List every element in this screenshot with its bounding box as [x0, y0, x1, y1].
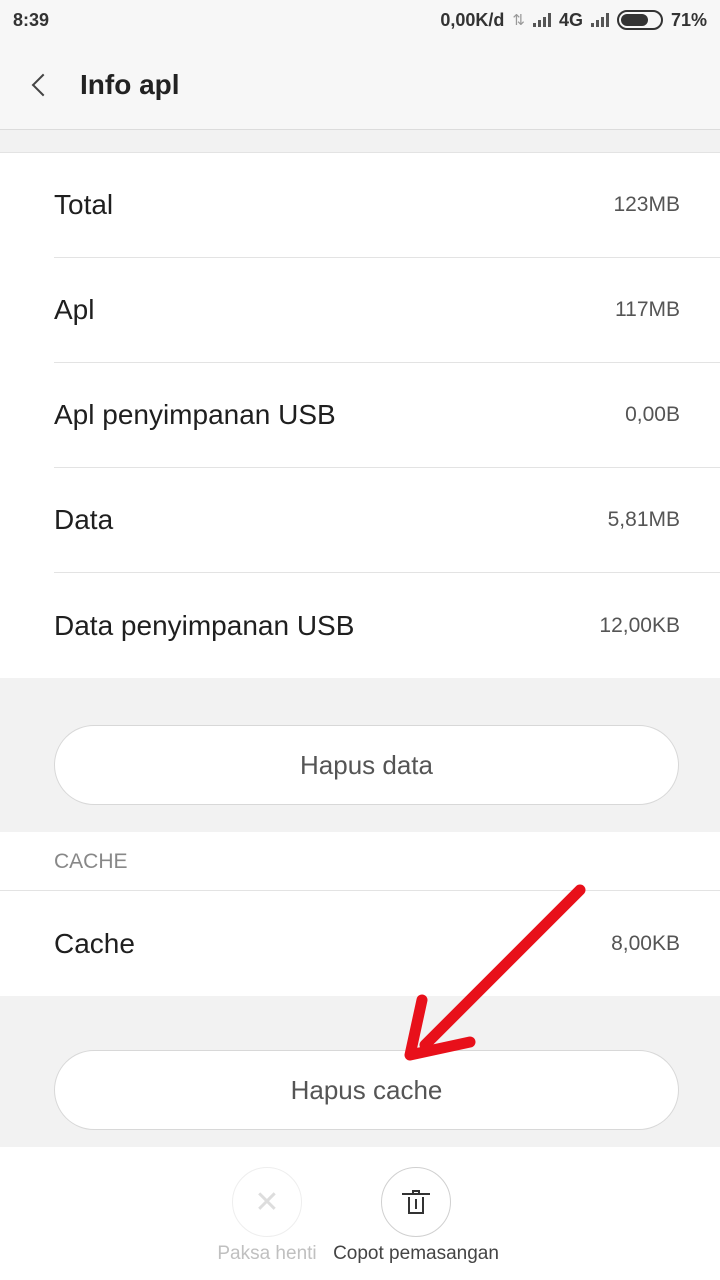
data-transfer-icon: ⇅	[512, 12, 525, 29]
row-value: 12,00KB	[599, 613, 680, 637]
network-type: 4G	[558, 9, 583, 30]
row-value: 5,81MB	[607, 508, 680, 531]
bottom-action-bar: ✕ Paksa henti Copot pemasangan	[0, 1147, 720, 1280]
row-label: Data penyimpanan USB	[54, 609, 355, 641]
chevron-left-icon	[31, 73, 55, 96]
row-value: 0,00B	[625, 403, 680, 426]
section-header-cache: CACHE	[54, 850, 128, 873]
row-label: Data	[54, 504, 114, 535]
back-button[interactable]	[0, 40, 80, 130]
row-label: Apl penyimpanan USB	[54, 399, 336, 430]
close-icon: ✕	[232, 1167, 302, 1237]
row-label: Apl	[54, 294, 95, 325]
cache-list: Cache 8,00KB	[0, 890, 720, 996]
page-title: Info apl	[80, 68, 180, 100]
list-item-app-usb: Apl penyimpanan USB 0,00B	[54, 363, 720, 468]
row-label: Total	[54, 189, 114, 220]
clear-cache-button[interactable]: Hapus cache	[54, 1050, 679, 1130]
signal-icon	[532, 13, 551, 27]
uninstall-button[interactable]: Copot pemasangan	[330, 1167, 502, 1265]
battery-percent: 71%	[670, 9, 707, 30]
list-item-total: Total 123MB	[54, 153, 720, 258]
clear-data-button[interactable]: Hapus data	[54, 725, 679, 805]
list-item-data-usb: Data penyimpanan USB 12,00KB	[54, 573, 720, 678]
force-stop-label: Paksa henti	[217, 1243, 317, 1264]
signal-icon-2	[590, 13, 609, 27]
storage-list: Total 123MB Apl 117MB Apl penyimpanan US…	[0, 152, 720, 678]
network-speed: 0,00K/d	[440, 9, 505, 30]
battery-icon	[616, 10, 663, 30]
uninstall-label: Copot pemasangan	[333, 1243, 499, 1264]
row-label: Cache	[54, 927, 135, 959]
force-stop-button[interactable]: ✕ Paksa henti	[214, 1167, 320, 1265]
status-bar: 8:39 0,00K/d ⇅ 4G 71%	[0, 0, 720, 40]
list-item-cache: Cache 8,00KB	[54, 891, 720, 996]
row-value: 8,00KB	[611, 931, 680, 955]
app-bar: Info apl	[0, 40, 720, 130]
list-item-app: Apl 117MB	[54, 258, 720, 363]
row-value: 117MB	[615, 298, 680, 321]
list-item-data: Data 5,81MB	[54, 468, 720, 573]
trash-icon	[381, 1167, 451, 1237]
row-value: 123MB	[613, 193, 680, 216]
status-time: 8:39	[13, 9, 50, 30]
